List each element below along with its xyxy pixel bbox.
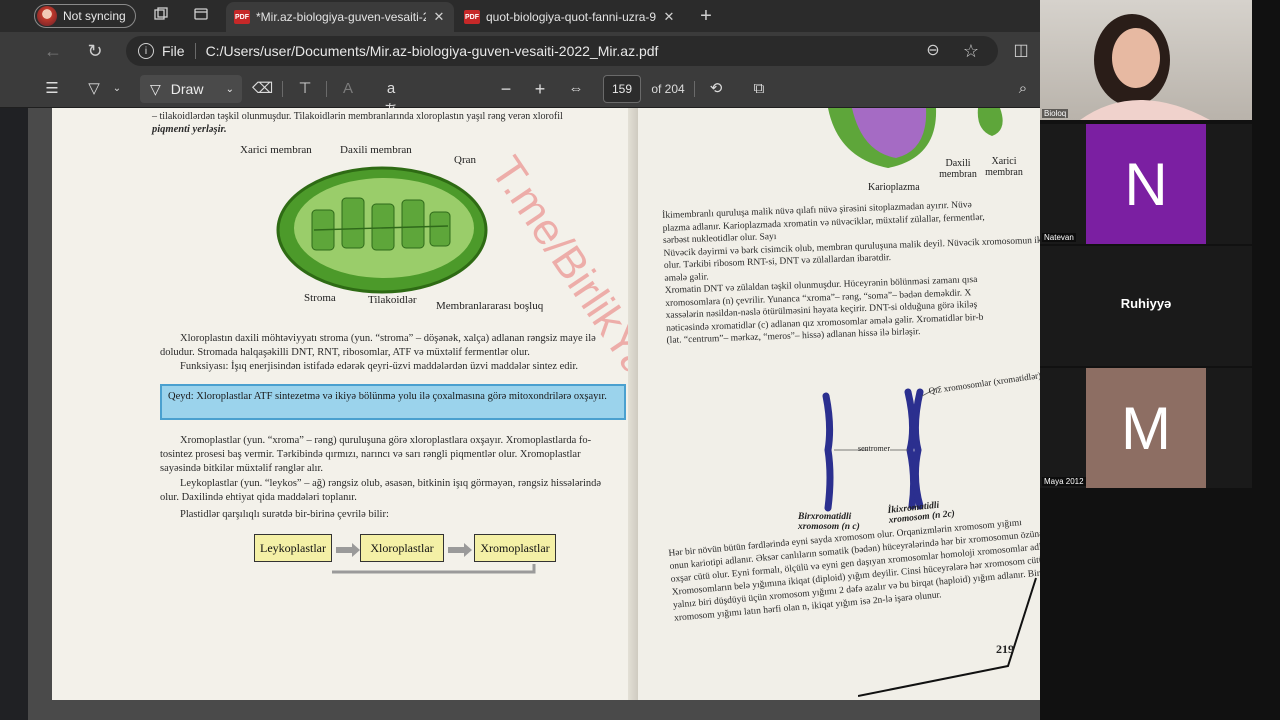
chevron-down-icon[interactable]: ⌄ (110, 78, 124, 100)
participant-name: Maya 2012 (1042, 477, 1086, 486)
participant-name: Natevan (1042, 233, 1076, 242)
paragraph-line: olur. Daxilində ehtiyat qida maddələri t… (160, 492, 357, 503)
paragraph-line: tosintez prosesi baş vermir. Tərkibində … (160, 449, 581, 460)
info-icon[interactable]: i (138, 43, 154, 59)
highlight-icon[interactable]: ▽ (84, 78, 104, 100)
right-paragraphs: İkimembranlı quruluşa malik nüvə qılafı … (662, 197, 1040, 348)
divider (326, 81, 327, 97)
draw-pen-icon: ▽ (150, 80, 161, 97)
paragraph-line: Leykoplastlar (yun. “leykos” – ağ) rəngs… (180, 478, 602, 489)
tab-title: quot-biologiya-quot-fanni-uzra-9 (486, 10, 656, 24)
text-box-icon[interactable]: ⊤ (294, 78, 316, 100)
address-scheme: File (162, 43, 185, 59)
address-path: C:/Users/user/Documents/Mir.az-biologiya… (205, 43, 659, 59)
text-format-icon[interactable]: A (338, 78, 358, 100)
read-aloud-button[interactable]: aあ (380, 78, 402, 119)
paragraph-line: Xromoplastlar (yun. “xroma” – rəng) quru… (180, 435, 592, 446)
address-separator (194, 43, 196, 59)
diagram-label: Birxromatidli xromosom (n c) (798, 512, 860, 532)
zoom-in-button[interactable]: + (530, 78, 550, 100)
diagram-label: Xarici membran (985, 156, 1023, 178)
page-view-icon[interactable]: ⧉ (748, 78, 770, 100)
participant-avatar: M (1086, 368, 1206, 488)
participant-name: Bioloq (1042, 109, 1069, 118)
diagram-label: Daxili membran (939, 158, 977, 180)
participant-tile-natevan[interactable]: N Natevan (1040, 124, 1252, 244)
tab-pdf-active[interactable]: PDF *Mir.az-biologiya-guven-vesaiti-2 ✕ (226, 2, 454, 32)
fit-page-icon[interactable]: ⇔ (565, 78, 587, 100)
profile-button[interactable]: Not syncing (34, 4, 136, 28)
tab-actions-icon[interactable] (191, 6, 211, 26)
participant-tile-maya[interactable]: M Maya 2012 (1040, 368, 1252, 488)
flow-box-leucoplast: Leykoplastlar (254, 534, 332, 562)
eraser-icon[interactable]: ⌫ (252, 78, 273, 100)
close-tab-icon[interactable]: ✕ (432, 9, 446, 25)
divider (282, 81, 283, 97)
chevron-down-icon: ⌄ (225, 83, 234, 95)
paragraph-line: doludur. Stromada halqaşəkilli DNT, RNT,… (160, 347, 530, 358)
rotate-icon[interactable]: ⟲ (706, 78, 726, 100)
back-icon[interactable]: ← (42, 40, 64, 62)
participant-avatar: N (1086, 124, 1206, 244)
paragraph-line: Xloroplastın daxili möhtəviyyatı stroma … (180, 333, 596, 344)
page-total: of 204 (651, 82, 685, 96)
participant-tile-video[interactable]: Bioloq (1040, 0, 1252, 120)
diagram-label: Karioplazma (868, 182, 920, 193)
page-decor-line (858, 577, 1037, 697)
address-bar[interactable]: i File C:/Users/user/Documents/Mir.az-bi… (126, 36, 998, 66)
pdf-toolbar: ☰ ▽ ⌄ ▽ Draw ⌄ ⌫ ⊤ A aあ − + ⇔ 159 of 204… (0, 70, 1040, 119)
paragraph-line: sayəsində bitkilər müxtəlif rənglər alır… (160, 463, 323, 474)
page-number: 219 (996, 642, 1014, 656)
new-tab-button[interactable]: + (696, 6, 716, 26)
address-row: ← ↻ i File C:/Users/user/Documents/Mir.a… (0, 32, 1040, 70)
participant-name: Ruhiyyə (1120, 296, 1172, 311)
paragraph-line: Funksiyası: İşıq enerjisindən istifadə e… (180, 361, 578, 372)
diagram-label: Xarici membran (240, 144, 312, 156)
participant-tile-ruhiyye[interactable]: Ruhiyyə (1040, 246, 1252, 366)
note-box: Qeyd: Xloroplastlar ATF sintezetmə və ik… (160, 384, 626, 420)
workspaces-icon[interactable] (151, 6, 171, 26)
participant-video (1080, 14, 1210, 120)
pdf-viewer[interactable]: – tilakoidlərdən təşkil olunmuşdur. Tila… (28, 108, 1040, 720)
tab-strip: Not syncing PDF *Mir.az-biologiya-guven-… (0, 0, 1040, 32)
split-screen-icon[interactable]: ◫ (1010, 40, 1032, 62)
pdf-page-left: – tilakoidlərdən təşkil olunmuşdur. Tila… (52, 108, 713, 700)
diagram-label: Stroma (304, 292, 336, 304)
contents-icon[interactable]: ☰ (42, 78, 62, 100)
pdf-page-right: Karioplazma Daxili membran Xarici membra… (638, 108, 1040, 700)
avatar (37, 6, 57, 26)
zoom-out-button[interactable]: − (496, 78, 516, 100)
diagram-label: Qran (454, 154, 476, 166)
paragraph-line: – tilakoidlərdən təşkil olunmuşdur. Tila… (152, 111, 563, 122)
diagram-label: Tilakoidlər (368, 294, 417, 306)
divider (694, 81, 695, 97)
pdf-icon: PDF (464, 10, 480, 24)
profile-label: Not syncing (63, 9, 126, 23)
diagram-label: sentromer (858, 444, 890, 453)
diagram-label: Daxili membran (340, 144, 412, 156)
zoom-icon[interactable]: ⊖ (922, 40, 944, 62)
close-tab-icon[interactable]: ✕ (662, 9, 676, 25)
pdf-icon: PDF (234, 10, 250, 24)
draw-button[interactable]: ▽ Draw ⌄ (140, 75, 242, 103)
paragraph-line: piqmenti yerləşir. (152, 124, 227, 135)
draw-label: Draw (170, 81, 204, 97)
page-number-input[interactable]: 159 (603, 75, 641, 103)
favorite-star-icon[interactable]: ☆ (960, 40, 982, 62)
flow-arrows (332, 543, 536, 574)
participants-panel: Bioloq N Natevan Ruhiyyə M Maya 2012 (1040, 0, 1280, 720)
tab-title: *Mir.az-biologiya-guven-vesaiti-2 (256, 10, 426, 24)
diagram-label: Membranlararası boşluq (436, 300, 544, 312)
search-icon[interactable]: ⌕ (1012, 78, 1034, 100)
diagram-label: Qız xromosomlar (xromatidlər) (927, 370, 1040, 396)
tab-pdf-second[interactable]: PDF quot-biologiya-quot-fanni-uzra-9 ✕ (456, 2, 684, 32)
chloroplast-illustration (276, 166, 488, 294)
refresh-icon[interactable]: ↻ (84, 40, 106, 62)
paragraph-line: Plastidlər qarşılıqlı surətdə bir-birinə… (180, 509, 389, 520)
